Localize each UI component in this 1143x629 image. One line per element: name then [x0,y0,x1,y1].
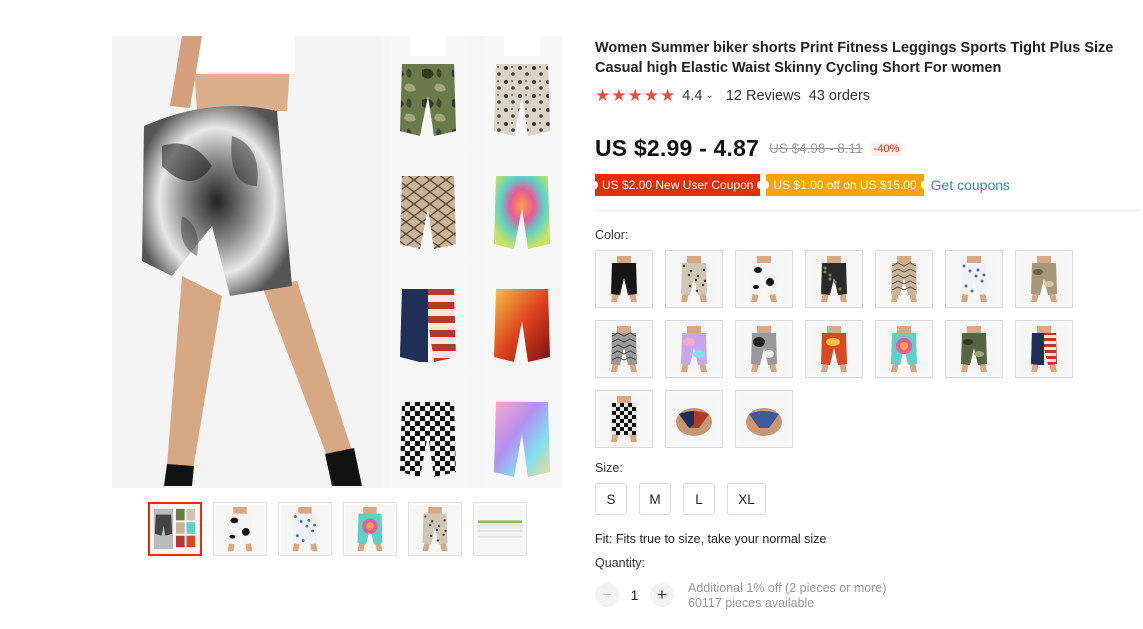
color-swatch[interactable] [595,250,653,308]
pastel-image [669,324,719,374]
get-coupons-link[interactable]: Get coupons [931,177,1010,193]
quantity-label: Quantity: [595,556,646,570]
rating-value[interactable]: 4.4 [682,88,702,104]
product-info: Women Summer biker shorts Print Fitness … [591,38,1140,611]
color-swatch[interactable] [945,250,1003,308]
current-price: US $2.99 - 4.87 [595,135,760,161]
gallery-thumbnail[interactable] [278,502,332,556]
reviews-link[interactable]: 12 Reviews [726,88,801,104]
bluefloral-image [281,505,329,553]
gallery-thumbnail[interactable] [473,502,527,556]
cow-image [216,505,264,553]
cow-image [739,254,789,304]
gallery-thumbnail[interactable] [343,502,397,556]
bikiniflag-image [669,394,719,444]
leopard-image [411,505,459,553]
coupon-row: US $2.00 New User Coupon US $1.00 off on… [591,174,1140,196]
quantity-notes: Additional 1% off (2 pieces or more) 601… [688,581,886,611]
checker-image [599,394,649,444]
quantity-stepper: − + Additional 1% off (2 pieces or more)… [595,581,1140,611]
tiedye-image [739,324,789,374]
thumbnail-strip [148,502,527,556]
color-swatches [595,250,1075,448]
color-swatch[interactable] [805,250,863,308]
color-swatch[interactable] [735,390,793,448]
color-swatch[interactable] [665,250,723,308]
star-icon: ★ [643,86,659,105]
discount-badge: -40% [870,141,903,156]
darkfloral-image [809,254,859,304]
rating-stars: ★ ★ ★ ★ ★ [595,87,675,104]
collage-image [151,505,199,553]
star-icon: ★ [611,86,627,105]
gallery-thumbnail[interactable] [148,502,202,556]
fire-image [809,324,859,374]
divider [595,210,1140,211]
new-user-coupon[interactable]: US $2.00 New User Coupon [591,174,764,196]
bluefloral-image [949,254,999,304]
size-option-l[interactable]: L [683,483,715,515]
color-swatch[interactable] [945,320,1003,378]
color-swatch[interactable] [1015,250,1073,308]
sizechart-image [476,505,524,553]
snake-image [879,254,929,304]
color-swatch[interactable] [665,390,723,448]
main-product-image[interactable] [112,36,562,488]
color-swatch[interactable] [735,250,793,308]
swirl-image [346,505,394,553]
greysnake-image [599,324,649,374]
gallery-thumbnail[interactable] [408,502,462,556]
color-swatch[interactable] [1015,320,1073,378]
chevron-down-icon[interactable]: ⌄ [705,90,713,101]
size-option-xl[interactable]: XL [727,483,766,515]
camo-image [949,324,999,374]
star-icon: ★ [595,86,611,105]
color-swatch[interactable] [665,320,723,378]
leopard-image [669,254,719,304]
tancamo-image [1019,254,1069,304]
color-swatch[interactable] [875,250,933,308]
quantity-input[interactable] [619,581,650,609]
bikiniblue-image [739,394,789,444]
store-coupon[interactable]: US $1.00 off on US $15.00 [763,174,927,196]
gallery-thumbnail[interactable] [213,502,267,556]
star-icon: ★ [660,86,676,105]
color-swatch[interactable] [805,320,863,378]
original-price: US $4.98 - 8.11 [769,141,863,156]
color-swatch[interactable] [595,320,653,378]
size-label: Size: [595,461,623,475]
color-swatch[interactable] [875,320,933,378]
star-icon: ★ [627,86,643,105]
price-row: US $2.99 - 4.87 US $4.98 - 8.11 -40% [595,135,1140,162]
size-option-m[interactable]: M [639,483,671,515]
size-options: S M L XL [595,483,1140,515]
quantity-decrease-button[interactable]: − [595,583,619,607]
color-swatch[interactable] [735,320,793,378]
flag-image [1019,324,1069,374]
rating-row: ★ ★ ★ ★ ★ 4.4 ⌄ 12 Reviews 43 orders [595,87,1140,104]
main-image-graphic [112,36,560,488]
color-swatch[interactable] [595,390,653,448]
bulk-discount-note: Additional 1% off (2 pieces or more) [688,581,887,595]
quantity-increase-button[interactable]: + [650,583,674,607]
swirl-image [879,324,929,374]
color-label: Color: [595,228,629,242]
black-image [599,254,649,304]
size-option-s[interactable]: S [595,483,627,515]
availability-note: 60117 pieces available [688,596,815,610]
product-title: Women Summer biker shorts Print Fitness … [595,40,1114,76]
fit-note: Fit: Fits true to size, take your normal… [595,532,827,546]
orders-count: 43 orders [808,87,871,104]
